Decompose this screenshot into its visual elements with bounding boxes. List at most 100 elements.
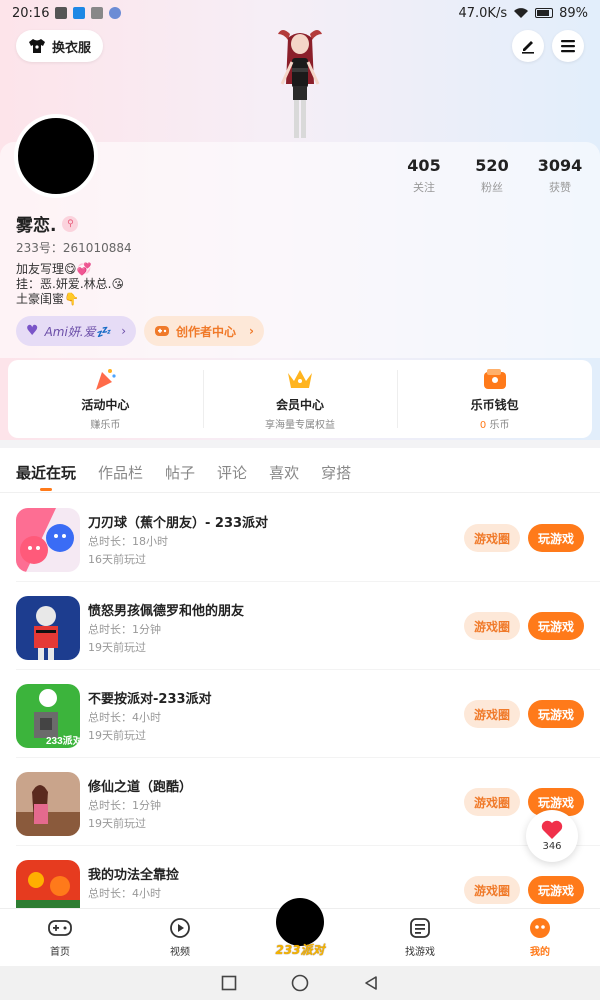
game-name: 愤怒男孩佩德罗和他的朋友 <box>88 604 245 619</box>
tab-comments[interactable]: 评论 <box>217 462 247 483</box>
bio-line: 土豪闺蜜👇 <box>16 292 79 306</box>
hamburger-icon <box>561 40 575 53</box>
game-row[interactable]: 修仙之道（跑酷） 总时长：1分钟 19天前玩过 游戏圈 玩游戏 <box>0 758 600 846</box>
party-center-button[interactable] <box>276 898 324 946</box>
game-name: 刀刃球（蕉个朋友）- 233派对 <box>88 516 269 531</box>
game-playtime: 总时长：1分钟 <box>88 799 161 812</box>
character-avatar[interactable] <box>272 24 328 144</box>
tab-works[interactable]: 作品栏 <box>98 462 143 483</box>
wifi-icon <box>514 8 529 18</box>
play-game-button[interactable]: 玩游戏 <box>528 876 584 904</box>
profile-tabs: 最近在玩 作品栏 帖子 评论 喜欢 穿搭 <box>16 462 351 491</box>
game-playtime: 总时长：4小时 <box>88 887 161 900</box>
pencil-icon <box>522 41 534 54</box>
game-name: 我的功法全靠捡 <box>88 868 180 883</box>
wallet-unit: 乐币 <box>489 420 510 431</box>
app-notification-icon <box>73 7 86 19</box>
hourglass-icon <box>55 7 68 19</box>
gamepad-icon <box>48 917 72 939</box>
status-time: 20:16 <box>12 5 50 21</box>
game-circle-button[interactable]: 游戏圈 <box>464 876 520 904</box>
menu-button[interactable] <box>552 30 584 62</box>
stat-followers[interactable]: 520 粉丝 <box>458 156 526 195</box>
creator-center-label: 创作者中心 <box>176 324 237 339</box>
recent-apps-icon[interactable] <box>221 975 237 991</box>
member-center-subtitle: 享海量专属权益 <box>265 420 335 431</box>
game-name: 修仙之道（跑酷） <box>88 780 193 795</box>
edit-button[interactable] <box>512 30 544 62</box>
like-float-button[interactable]: 346 <box>526 810 578 862</box>
game-circle-button[interactable]: 游戏圈 <box>464 788 520 816</box>
nav-me[interactable]: 我的 <box>480 909 600 966</box>
creator-center-button[interactable]: 创作者中心 › <box>144 316 264 346</box>
stat-following[interactable]: 405 关注 <box>390 156 458 195</box>
nav-find-games[interactable]: 找游戏 <box>360 909 480 966</box>
game-playtime: 总时长：18小时 <box>88 535 168 548</box>
play-game-button[interactable]: 玩游戏 <box>528 524 584 552</box>
profile-stats: 405 关注 520 粉丝 3094 获赞 <box>390 156 594 195</box>
home-icon[interactable] <box>291 974 309 992</box>
nav-home-label: 首页 <box>50 947 70 958</box>
party-label: 233派对 <box>275 943 325 957</box>
battery-icon <box>535 8 554 18</box>
game-last-played: 16天前玩过 <box>88 553 146 566</box>
play-game-button[interactable]: 玩游戏 <box>528 612 584 640</box>
member-center-title: 会员中心 <box>276 398 325 412</box>
heart-icon <box>541 820 563 839</box>
wallet[interactable]: 乐币钱包 0 乐币 <box>397 360 592 438</box>
nav-me-label: 我的 <box>530 947 550 958</box>
game-circle-button[interactable]: 游戏圈 <box>464 700 520 728</box>
party-popper-icon <box>91 366 119 392</box>
game-icon[interactable]: 233派对 <box>16 684 80 748</box>
game-row[interactable]: 愤怒男孩佩德罗和他的朋友 总时长：1分钟 19天前玩过 游戏圈 玩游戏 <box>0 582 600 670</box>
back-icon[interactable] <box>363 975 379 991</box>
wallet-subtitle: 0 乐币 <box>480 416 510 431</box>
stat-likes[interactable]: 3094 获赞 <box>526 156 594 195</box>
game-playtime: 总时长：4小时 <box>88 711 161 724</box>
game-icon[interactable] <box>16 508 80 572</box>
bio-line: 挂：恶.妍爱.林总.😘 <box>16 277 124 291</box>
nav-video[interactable]: 视频 <box>120 909 240 966</box>
game-icon[interactable] <box>16 596 80 660</box>
bio: 加友写理😋💞 挂：恶.妍爱.林总.😘 土豪闺蜜👇 <box>16 262 124 307</box>
tab-outfits[interactable]: 穿搭 <box>321 462 351 483</box>
game-circle-button[interactable]: 游戏圈 <box>464 524 520 552</box>
network-speed: 47.0K/s <box>458 5 508 21</box>
stat-label: 关注 <box>413 181 435 194</box>
game-icon[interactable] <box>16 860 80 908</box>
user-id: 233号：261010884 <box>16 241 132 255</box>
game-last-played: 19天前玩过 <box>88 729 146 742</box>
tabs-divider <box>0 492 600 493</box>
game-last-played: 19天前玩过 <box>88 641 146 654</box>
chevron-right-icon: › <box>121 324 126 338</box>
list-icon <box>408 917 432 939</box>
game-icon[interactable] <box>16 772 80 836</box>
activity-center[interactable]: 活动中心 赚乐币 <box>8 360 203 438</box>
relationship-tag[interactable]: ♥ Ami妍.爱💤 › <box>16 316 136 346</box>
crown-icon <box>286 366 314 392</box>
nickname-text: 雾恋. <box>16 216 57 236</box>
search-badge-icon[interactable]: ⚲ <box>62 215 79 232</box>
wallet-title: 乐币钱包 <box>470 398 519 412</box>
bio-line: 加友写理😋💞 <box>16 262 92 276</box>
battery-level: 89% <box>559 5 588 21</box>
tab-posts[interactable]: 帖子 <box>165 462 195 483</box>
status-bar: 20:16 47.0K/s 89% <box>0 0 600 26</box>
tab-likes[interactable]: 喜欢 <box>269 462 299 483</box>
like-count: 346 <box>542 841 562 852</box>
game-row[interactable]: 233派对 不要按派对-233派对 总时长：4小时 19天前玩过 游戏圈 玩游戏 <box>0 670 600 758</box>
tab-recent[interactable]: 最近在玩 <box>16 462 76 491</box>
play-icon <box>168 917 192 939</box>
avatar[interactable] <box>14 114 98 198</box>
dressup-button[interactable]: 换衣服 <box>16 30 104 62</box>
quick-access-card: 活动中心 赚乐币 会员中心 享海量专属权益 乐币钱包 0 乐币 <box>8 360 592 438</box>
activity-center-title: 活动中心 <box>81 398 130 412</box>
nav-home[interactable]: 首页 <box>0 909 120 966</box>
member-center[interactable]: 会员中心 享海量专属权益 <box>202 360 398 438</box>
chevron-right-icon: › <box>249 324 254 338</box>
game-circle-button[interactable]: 游戏圈 <box>464 612 520 640</box>
game-row[interactable]: 刀刃球（蕉个朋友）- 233派对 总时长：18小时 16天前玩过 游戏圈 玩游戏 <box>0 494 600 582</box>
play-game-button[interactable]: 玩游戏 <box>528 700 584 728</box>
content-panel: 最近在玩 作品栏 帖子 评论 喜欢 穿搭 刀刃球（蕉个朋友）- 233派对 总时… <box>0 448 600 908</box>
stat-number: 3094 <box>537 156 583 175</box>
